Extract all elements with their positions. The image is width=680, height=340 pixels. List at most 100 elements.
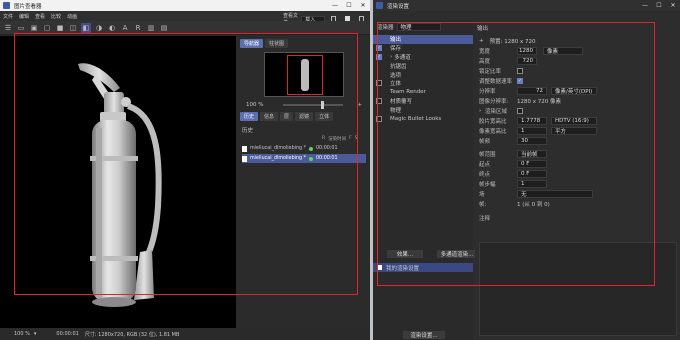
menu-file[interactable]: 文件	[3, 13, 13, 20]
tab-history[interactable]: 历史	[240, 112, 259, 121]
region-icon[interactable]: ◫	[68, 23, 78, 33]
render-settings-title: 渲染设置	[387, 3, 410, 10]
menu-edit[interactable]: 编辑	[19, 13, 29, 20]
category-save[interactable]: ✓ 保存	[373, 44, 473, 53]
category-physical[interactable]: 物理	[373, 105, 473, 114]
category-options[interactable]: 选项	[373, 70, 473, 79]
minimize-icon[interactable]: —	[328, 0, 342, 11]
pixel-aspect-dropdown[interactable]: 平方	[551, 127, 597, 135]
minimize-icon[interactable]: —	[638, 0, 652, 11]
category-magic-bullet-checkbox[interactable]	[376, 115, 382, 122]
expand-arrow-icon[interactable]: ›	[390, 54, 392, 60]
resolution-field[interactable]: 72	[517, 87, 547, 95]
current-render-setting[interactable]: 我的渲染设置	[373, 263, 473, 272]
status-dot	[308, 156, 313, 161]
fps-field[interactable]: 30	[517, 137, 547, 145]
menu-animation[interactable]: 动画	[67, 13, 77, 20]
height-field[interactable]: 720	[517, 57, 537, 65]
start-frame-field[interactable]: 0 F	[517, 160, 547, 168]
history-row-selected[interactable]: mieliucai_dlmoliebing * 00:00:01	[242, 154, 366, 163]
lock-ratio-checkbox[interactable]	[517, 68, 523, 74]
history-columns: R 渲染时间 F S	[322, 136, 358, 142]
status-time: 00:00:01	[56, 331, 79, 337]
category-save-checkbox[interactable]: ✓	[376, 45, 382, 52]
film-icon	[242, 145, 247, 152]
status-dot	[308, 146, 313, 151]
frame-range-dropdown[interactable]: 当前帧	[517, 150, 547, 158]
compare-icon[interactable]: ▤	[159, 23, 169, 33]
color-icon[interactable]: ◑	[94, 23, 104, 33]
multi-pass-render-button[interactable]: 多通道渲染...	[437, 250, 477, 258]
viewer-side-panel: 导航器 柱状图 100 % + 历史 信息 层 滤镜 立体 历史 R 渲染时间 …	[238, 36, 368, 328]
category-multi-pass[interactable]: ✓ › 多通道	[373, 53, 473, 62]
notes-textarea[interactable]	[479, 242, 677, 336]
render-icon[interactable]: ▢	[42, 23, 52, 33]
close-icon[interactable]: ✕	[356, 0, 370, 11]
renderer-dropdown[interactable]: 物理	[396, 23, 441, 31]
tab-histogram[interactable]: 柱状图	[265, 39, 289, 48]
app-icon	[3, 2, 10, 9]
adapt-data-rate-checkbox[interactable]: ✓	[517, 78, 523, 84]
category-team-render[interactable]: Team Render	[373, 88, 473, 97]
picture-viewer-titlebar[interactable]: 图片查看器 — ☐ ✕	[0, 0, 370, 11]
picture-viewer-window: 图片查看器 — ☐ ✕ 文件 编辑 查看 比较 动画 查看文件 载入 ☰ ▭ ▣…	[0, 0, 370, 340]
render-region-checkbox[interactable]	[517, 108, 523, 114]
render-region-arrow-icon[interactable]: ›	[475, 108, 485, 114]
fit-view-icon[interactable]: ◧	[81, 22, 91, 33]
zoom-plus-icon[interactable]: +	[357, 102, 362, 108]
navigator-thumbnail[interactable]	[264, 52, 344, 97]
resolution-unit-dropdown[interactable]: 像素/英寸(DPI)	[551, 87, 597, 95]
film-icon	[242, 155, 247, 162]
category-material-override[interactable]: 材质覆写	[373, 97, 473, 106]
category-output[interactable]: 输出	[373, 35, 473, 44]
maximize-icon[interactable]: ☐	[652, 0, 666, 11]
zoom-slider[interactable]	[283, 101, 344, 109]
pixel-aspect-field[interactable]: 1	[517, 127, 547, 135]
end-frame-field[interactable]: 0 F	[517, 170, 547, 178]
render-category-panel: 渲染器 物理 输出 ✓ 保存 ✓ › 多通道 抗锯齿 选项 立体 Team Re…	[373, 20, 477, 340]
category-stereo[interactable]: 立体	[373, 79, 473, 88]
field-dropdown[interactable]: 无	[517, 190, 593, 198]
fire-extinguisher-render	[78, 63, 162, 307]
status-zoom: 100 %	[14, 331, 30, 337]
render-setting-icon	[377, 265, 382, 270]
render-settings-titlebar[interactable]: 渲染设置 — ☐ ✕	[373, 0, 680, 11]
width-unit-dropdown[interactable]: 像素	[543, 47, 583, 55]
output-header: 输出	[477, 26, 489, 32]
stop-icon[interactable]: ■	[55, 23, 65, 33]
category-material-override-checkbox[interactable]	[376, 98, 382, 105]
effect-button[interactable]: 效果...	[387, 250, 423, 258]
menu-icon[interactable]: ☰	[3, 23, 13, 33]
preset-label: 预置: 1280 x 720	[489, 39, 536, 45]
category-stereo-checkbox[interactable]	[376, 80, 382, 87]
alpha-icon[interactable]: A	[120, 23, 130, 33]
red-channel-icon[interactable]: R	[133, 23, 143, 33]
history-row[interactable]: mieliucai_dlmoliebing * 00:00:01	[242, 144, 366, 153]
category-magic-bullet[interactable]: Magic Bullet Looks	[373, 114, 473, 123]
tab-info[interactable]: 信息	[260, 112, 279, 121]
render-settings-window: 渲染设置 — ☐ ✕ 渲染器 物理 输出 ✓ 保存 ✓ › 多通道 抗锯齿 选项…	[373, 0, 680, 340]
render-settings-button[interactable]: 渲染设置...	[403, 331, 445, 339]
film-aspect-field[interactable]: 1.7778	[517, 117, 547, 125]
film-aspect-dropdown[interactable]: HDTV (16:9)	[551, 117, 597, 125]
tab-layers[interactable]: 层	[280, 112, 294, 121]
category-multi-pass-checkbox[interactable]: ✓	[376, 54, 382, 61]
tab-stereo[interactable]: 立体	[315, 112, 334, 121]
category-antialiasing[interactable]: 抗锯齿	[373, 61, 473, 70]
frame-step-field[interactable]: 1	[517, 180, 547, 188]
maximize-icon[interactable]: ☐	[342, 0, 356, 11]
menu-view[interactable]: 查看	[35, 13, 45, 20]
tab-filters[interactable]: 滤镜	[295, 112, 314, 121]
preset-plus-icon[interactable]: +	[479, 38, 484, 44]
width-field[interactable]: 1280	[517, 47, 537, 55]
save-icon[interactable]: ▣	[29, 23, 39, 33]
menu-compare[interactable]: 比较	[51, 13, 61, 20]
channel-icon[interactable]: ◐	[107, 23, 117, 33]
render-viewport[interactable]	[0, 36, 236, 328]
status-zoom-arrow-icon[interactable]: ▾	[34, 331, 37, 337]
tab-navigator[interactable]: 导航器	[240, 39, 264, 48]
viewer-toolbar: ☰ ▭ ▣ ▢ ■ ◫ ◧ ◑ ◐ A R ▥ ▤	[0, 21, 370, 35]
close-icon[interactable]: ✕	[666, 0, 680, 11]
folder-open-icon[interactable]: ▭	[16, 23, 26, 33]
stereo-icon[interactable]: ▥	[146, 23, 156, 33]
